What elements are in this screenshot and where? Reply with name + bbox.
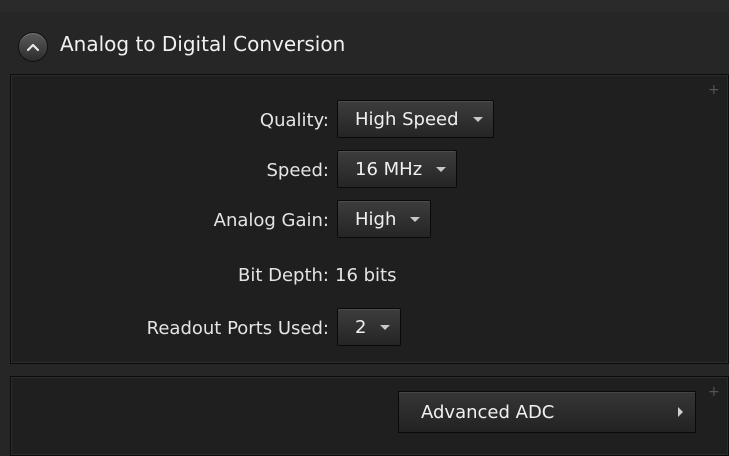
speed-value: 16 MHz	[355, 158, 423, 180]
advanced-adc-button[interactable]: Advanced ADC	[398, 391, 696, 433]
speed-label: Speed:	[266, 160, 330, 181]
analog-gain-value: High	[355, 208, 397, 230]
chevron-right-icon	[678, 407, 683, 417]
bit-depth-label: Bit Depth:	[237, 265, 329, 286]
quality-label: Quality:	[259, 110, 329, 131]
readout-ports-label: Readout Ports Used:	[146, 318, 329, 339]
section-header[interactable]: Analog to Digital Conversion	[0, 12, 729, 76]
speed-dropdown[interactable]: 16 MHz	[337, 150, 458, 188]
resize-grip-icon: +	[708, 384, 720, 400]
caret-down-icon	[410, 216, 421, 222]
readout-ports-dropdown[interactable]: 2	[337, 308, 402, 346]
chevron-up-icon	[26, 43, 40, 52]
section-title: Analog to Digital Conversion	[60, 32, 346, 56]
caret-down-icon	[472, 116, 483, 122]
readout-ports-value: 2	[355, 316, 367, 338]
quality-value: High Speed	[355, 108, 459, 130]
advanced-adc-label: Advanced ADC	[421, 401, 555, 423]
caret-down-icon	[436, 166, 447, 172]
bit-depth-value: 16 bits	[335, 265, 397, 286]
caret-down-icon	[380, 324, 391, 330]
analog-gain-dropdown[interactable]: High	[337, 200, 432, 238]
collapse-button[interactable]	[18, 32, 48, 62]
resize-grip-icon: +	[708, 82, 720, 98]
analog-gain-label: Analog Gain:	[213, 210, 329, 231]
quality-dropdown[interactable]: High Speed	[337, 100, 494, 138]
